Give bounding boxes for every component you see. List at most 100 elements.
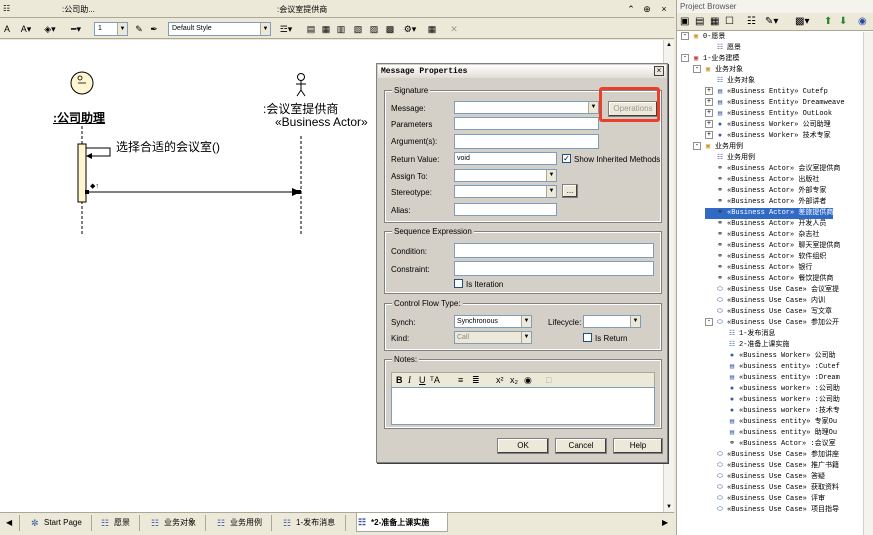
tree-item[interactable]: ☷ 1-发布消息 — [717, 329, 776, 340]
return-value-field[interactable]: void — [454, 152, 557, 165]
tab-scroll-left-icon[interactable]: ◀ — [4, 515, 20, 531]
line-color-icon[interactable]: ━▾ — [68, 22, 84, 36]
tree-item[interactable]: ⚭ «Business Actor» 软件组织 — [705, 252, 826, 263]
actor1-label[interactable]: :公司助理 — [53, 109, 105, 126]
tree-item[interactable]: + ● «Business Worker» 公司助理 — [705, 120, 831, 131]
new-package-icon[interactable]: ▣ — [680, 15, 689, 29]
constraint-field[interactable] — [454, 261, 654, 276]
properties-icon[interactable]: ☐ — [725, 15, 734, 29]
ok-button[interactable]: OK — [497, 438, 549, 454]
brush-icon[interactable]: ✒ — [148, 22, 160, 36]
selection-handle-start[interactable] — [85, 190, 89, 194]
paint-icon[interactable]: ✎ — [133, 22, 145, 36]
tab-start-page[interactable]: ✼ Start Page — [30, 515, 92, 531]
is-return-checkbox[interactable] — [583, 333, 592, 342]
tree-item[interactable]: ☷ 业务对象 — [705, 76, 755, 87]
tree-item[interactable]: ▤ «business entity» 助理Ou — [717, 428, 837, 439]
collapse-icon[interactable]: - — [693, 142, 701, 151]
close-icon[interactable]: × — [658, 3, 670, 15]
expand-icon[interactable]: + — [705, 87, 713, 96]
view-icon[interactable]: ☷ — [747, 15, 756, 29]
close-icon[interactable]: × — [654, 66, 664, 76]
tree-item[interactable]: ▤ «business entity» 专家Ou — [717, 417, 837, 428]
align-middle-icon[interactable]: ▨ — [368, 22, 380, 36]
tree-item[interactable]: ⚭ «Business Actor» 杂志社 — [705, 230, 819, 241]
tree-item[interactable]: ⚭ «Business Actor» 差旅提供商 — [705, 208, 834, 219]
tab-prepare-class[interactable]: ☷ *2-准备上课实施 — [356, 513, 448, 532]
tree-item[interactable]: ☷ 业务用例 — [705, 153, 755, 164]
page-icon[interactable]: □ — [546, 374, 551, 387]
tree-item[interactable]: ☷ 2-准备上课实施 — [717, 340, 790, 351]
collapse-icon[interactable]: ⌃ — [625, 3, 637, 15]
tab-scroll-right-icon[interactable]: ▶ — [660, 515, 672, 531]
collapse-icon[interactable]: - — [705, 318, 713, 327]
move-down-icon[interactable]: ⬇ — [839, 15, 847, 29]
tree-item[interactable]: ⚭ «Business Actor» 外部讲者 — [705, 197, 826, 208]
help-button[interactable]: Help — [613, 438, 663, 454]
tree-item[interactable]: ⚭ «Business Actor» 会议室提供商 — [705, 164, 840, 175]
tree-item[interactable]: ● «business worker» :技术专 — [717, 406, 840, 417]
project-browser-scrollbar[interactable] — [863, 32, 873, 535]
tab-vision[interactable]: ☷ 愿景 — [100, 515, 140, 531]
tree-item[interactable]: ● «business worker» :公司助 — [717, 395, 840, 406]
tree-item[interactable]: ⬭ «Business Use Case» 项目指导 — [705, 505, 839, 516]
tree-item[interactable]: ⚭ «Business Actor» :会议室 — [717, 439, 836, 450]
project-tree[interactable]: - ▣ 0-愿景 ☷ 愿景 - ▣ 1-业务建模 - ▣ 业务对象 ☷ 业务对象 + ▤ «Business … — [677, 32, 863, 535]
tree-item[interactable]: ⬭ «Business Use Case» 参加讲座 — [705, 450, 839, 461]
actor2-stereotype[interactable]: «Business Actor» — [275, 115, 368, 129]
tab-publish-message[interactable]: ☷ 1-发布消息 — [282, 515, 346, 531]
tree-item[interactable]: ⚭ «Business Actor» 出版社 — [705, 175, 819, 186]
align-left-icon[interactable]: ▤ — [305, 22, 317, 36]
tree-item[interactable]: + ● «Business Worker» 技术专家 — [705, 131, 831, 142]
fill-color-icon[interactable]: ◈▾ — [42, 22, 58, 36]
tree-item[interactable]: - ▣ 1-业务建模 — [681, 54, 739, 65]
bold-icon[interactable]: B — [396, 374, 403, 387]
arguments-field[interactable] — [454, 134, 599, 149]
new-element-icon[interactable]: ▦ — [710, 15, 719, 29]
tree-item[interactable]: - ▣ 业务对象 — [693, 65, 743, 76]
move-up-icon[interactable]: ⬆ — [824, 15, 832, 29]
tree-item[interactable]: ⬭ «Business Use Case» 评审 — [705, 494, 825, 505]
apply-style-icon[interactable]: ☲▾ — [278, 22, 294, 36]
kind-select[interactable]: Call ▼ — [454, 331, 532, 344]
synch-select[interactable]: Synchronous ▼ — [454, 315, 532, 328]
tab-business-use-cases[interactable]: ☷ 业务用例 — [216, 515, 272, 531]
expand-icon[interactable]: + — [705, 131, 713, 140]
superscript-icon[interactable]: x² — [496, 374, 504, 387]
underline-icon[interactable]: U — [419, 374, 426, 387]
tree-item[interactable]: - ⬭ «Business Use Case» 参加公开 — [705, 318, 839, 329]
collapse-icon[interactable]: - — [681, 54, 689, 63]
tree-item[interactable]: ▤ «business entity» :Dream — [717, 373, 840, 384]
style-select[interactable]: Default Style ▼ — [168, 22, 271, 36]
tree-item[interactable]: + ▤ «Business Entity» Dreamweave — [705, 98, 845, 109]
message-select[interactable]: ▼ — [454, 101, 599, 114]
actor-figure-1[interactable] — [70, 71, 94, 95]
alias-field[interactable] — [454, 203, 557, 216]
align-center-icon[interactable]: ▦ — [320, 22, 332, 36]
line-width-select[interactable]: 1 ▼ — [94, 22, 128, 36]
delete-icon[interactable]: ✕ — [448, 22, 460, 36]
subscript-icon[interactable]: x₂ — [510, 374, 518, 387]
align-right-icon[interactable]: ▥ — [335, 22, 347, 36]
condition-field[interactable] — [454, 243, 654, 258]
collapse-icon[interactable]: - — [693, 65, 701, 74]
numbered-list-icon[interactable]: ≣ — [472, 374, 480, 387]
tree-item[interactable]: ⬭ «Business Use Case» 写文章 — [705, 307, 832, 318]
report-icon[interactable]: ▩▾ — [795, 15, 809, 29]
tree-item[interactable]: ⚭ «Business Actor» 开发人员 — [705, 219, 826, 230]
scroll-down-icon[interactable]: ▼ — [664, 502, 674, 512]
font-icon[interactable]: A — [2, 22, 12, 36]
tree-item[interactable]: ⚭ «Business Actor» 外部专家 — [705, 186, 826, 197]
tree-item[interactable]: ☷ 愿景 — [705, 43, 741, 54]
collapse-icon[interactable]: - — [681, 32, 689, 41]
tree-item[interactable]: ⬭ «Business Use Case» 内训 — [705, 296, 825, 307]
activation-bar[interactable] — [77, 143, 87, 203]
align-bottom-icon[interactable]: ▩ — [384, 22, 396, 36]
tree-item[interactable]: ● «Business Worker» 公司助 — [717, 351, 836, 362]
tree-item[interactable]: - ▣ 业务用例 — [693, 142, 743, 153]
show-inherited-checkbox[interactable]: ✓ — [562, 154, 571, 163]
stereotype-browse-button[interactable]: ... — [562, 184, 578, 198]
pin-icon[interactable]: ⊕ — [641, 3, 653, 15]
tree-item[interactable]: ▤ «business entity» :Cutef — [717, 362, 840, 373]
scroll-up-icon[interactable]: ▲ — [664, 40, 674, 50]
